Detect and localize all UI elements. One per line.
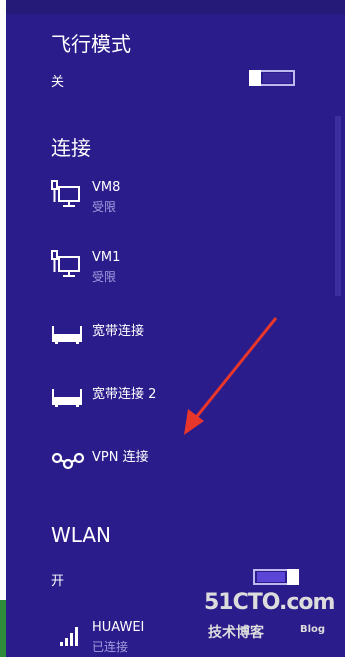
watermark-logo: 51CTO.com xyxy=(204,590,335,615)
watermark-blog: Blog xyxy=(300,624,326,635)
watermark-subtitle: 技术博客 xyxy=(208,625,264,641)
annotation-arrow xyxy=(184,317,278,435)
watermark: 51CTO.com 技术博客 Blog xyxy=(204,590,336,650)
